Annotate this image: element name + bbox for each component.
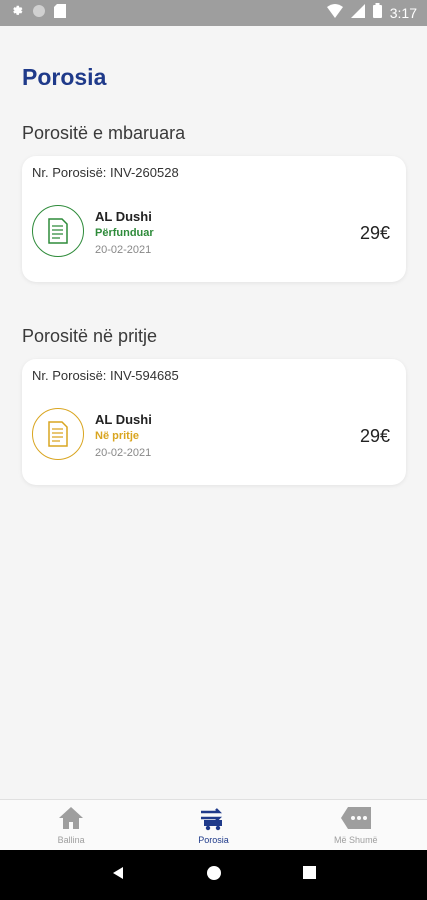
section-title-completed: Porositë e mbaruara [22,123,186,143]
nav-label: Më Shumë [334,835,378,845]
nav-item-me-shume[interactable]: Më Shumë [285,800,427,850]
back-icon[interactable] [111,866,125,885]
order-merchant: AL Dushi [95,209,152,224]
circle-icon [32,4,46,23]
nav-item-porosia[interactable]: Porosia [142,800,284,850]
wifi-icon [326,3,343,23]
order-invoice-number: Nr. Porosisë: INV-594685 [32,368,179,383]
order-invoice-number: Nr. Porosisë: INV-260528 [32,165,179,180]
battery-icon [372,3,382,23]
order-status: Në pritje [95,430,140,442]
order-card-completed[interactable]: Nr. Porosisë: INV-260528 AL Dushi Përfun… [22,156,406,282]
sd-card-icon [54,3,66,23]
status-time: 3:17 [389,5,417,21]
page-title: Porosia [22,64,107,90]
orders-icon [199,804,227,832]
bottom-nav: Ballina Porosia Më Shumë [0,799,427,850]
order-date: 20-02-2021 [95,447,152,459]
section-title-pending: Porositë në pritje [22,326,158,346]
home-circle-icon[interactable] [206,865,222,886]
gear-icon [10,4,24,23]
order-card-pending[interactable]: Nr. Porosisë: INV-594685 AL Dushi Në pri… [22,359,406,485]
signal-icon [350,3,365,23]
nav-label: Porosia [198,835,229,845]
status-bar-right: 3:17 [326,3,417,23]
order-date: 20-02-2021 [95,244,152,256]
system-nav-bar [0,850,427,900]
document-icon [32,408,84,460]
order-status: Përfunduar [95,227,154,239]
order-merchant: AL Dushi [95,412,152,427]
main-content: Porosia Porositë e mbaruara Nr. Porosisë… [0,26,427,799]
document-icon [32,205,84,257]
nav-label: Ballina [57,835,85,845]
order-price: 29€ [359,426,390,446]
home-icon [58,804,84,832]
more-icon [340,804,372,832]
nav-item-ballina[interactable]: Ballina [0,800,142,850]
status-bar-left [10,3,66,23]
status-bar: 3:17 [0,0,427,26]
order-price: 29€ [359,223,390,243]
recents-icon[interactable] [303,866,317,884]
